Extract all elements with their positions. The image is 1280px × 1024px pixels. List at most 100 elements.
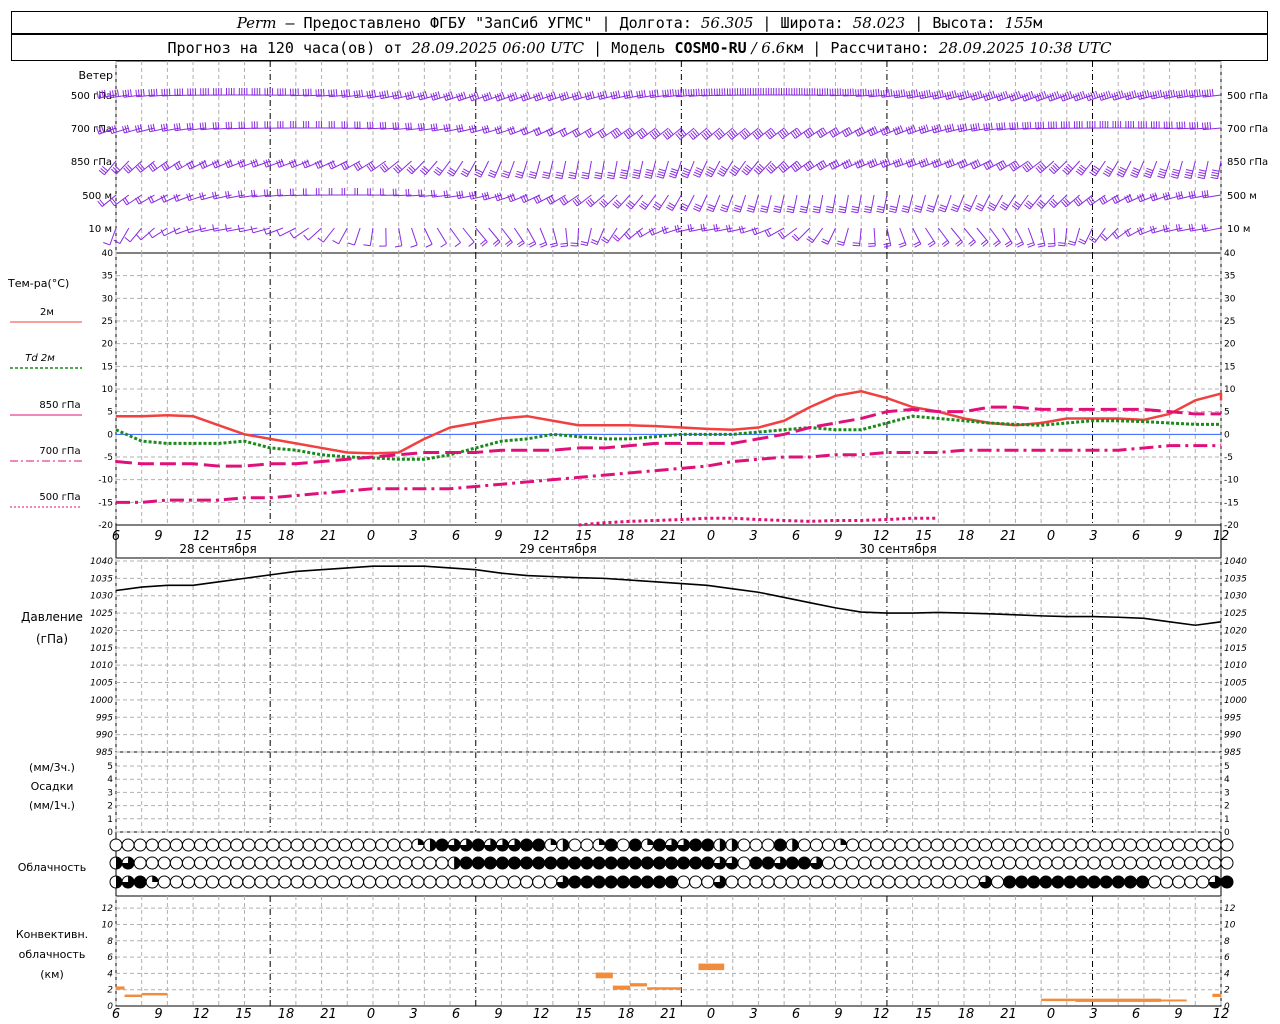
wind-barb-feather [877, 88, 880, 96]
cloud-symbol [206, 856, 220, 870]
wind-barb-staff [950, 227, 963, 243]
wind-barb-feather [939, 206, 947, 211]
cloud-symbol [954, 838, 968, 852]
wind-barb-staff [119, 227, 130, 244]
cloud-symbol [351, 856, 365, 870]
wind-barb-feather [430, 124, 433, 132]
cloud-symbol [194, 838, 208, 852]
cloud-symbol [906, 875, 920, 889]
wind-barb-feather [908, 159, 912, 167]
cloud-symbol-fill [1015, 876, 1028, 888]
wind-barb-feather [1058, 242, 1066, 244]
wind-barb-feather [489, 169, 497, 174]
wind-barb-staff [152, 227, 168, 239]
cloud-symbol [326, 875, 340, 889]
wind-barb-feather [706, 208, 714, 213]
wind-barb-feather [1027, 121, 1029, 129]
wind-barb-staff [353, 227, 361, 246]
wind-barb-feather [1133, 90, 1137, 98]
wind-barb-feather [690, 224, 693, 232]
wind-barb-feather [926, 207, 934, 211]
wind-level-label-right: 850 гПа [1227, 157, 1268, 168]
temp-series-3 [116, 444, 1221, 504]
wind-barb-feather [954, 90, 957, 98]
cloud-symbol [1196, 856, 1210, 870]
wind-barb-feather [799, 210, 807, 214]
wind-barb-staff [129, 227, 143, 243]
wind-barb-feather [759, 210, 767, 213]
wind-barb-feather [1143, 174, 1151, 179]
wind-barb-feather [363, 244, 371, 247]
wind-barb-feather [851, 206, 860, 209]
wind-barb-feather [1184, 176, 1192, 179]
wind-barb-feather [897, 158, 901, 166]
cloud-symbol [954, 856, 968, 870]
wind-barb-feather [303, 234, 309, 241]
wind-barb-feather [333, 89, 335, 97]
cloud-symbol [821, 856, 835, 870]
cloud-symbol-fill [1039, 876, 1052, 888]
wind-barb-feather [595, 172, 603, 175]
cloud-symbol [194, 875, 208, 889]
wind-barb-feather [263, 160, 267, 168]
wind-barb-feather [328, 89, 330, 97]
cloud-symbol [314, 838, 328, 852]
time-tick-label: 21 [660, 529, 677, 544]
wind-barb-feather [610, 92, 613, 100]
wind-barb-feather [838, 211, 846, 214]
wind-barb-feather [695, 203, 702, 208]
conv-tick-right: 12 [1224, 904, 1236, 914]
pressure-tick: 1000 [90, 696, 113, 706]
cloud-symbol [508, 875, 522, 889]
cloud-symbol [821, 838, 835, 852]
cloud-symbol-fill [1124, 876, 1137, 888]
wind-barb-feather [454, 242, 461, 248]
cloud-symbol [737, 856, 751, 870]
wind-barb [901, 194, 914, 213]
pressure-tick: 1005 [90, 679, 113, 689]
precip-unit-1h: (мм/1ч.) [29, 799, 75, 812]
wind-barb-feather [644, 176, 652, 179]
wind-barb-feather [1159, 168, 1167, 172]
temp-tick: 30 [102, 294, 114, 304]
wind-barb-feather [912, 124, 917, 132]
wind-barb [680, 160, 695, 179]
wind-barb-staff [1084, 227, 1093, 245]
wind-barb-feather [926, 90, 929, 98]
wind-barb-feather [542, 173, 550, 177]
wind-barb-feather [1131, 171, 1138, 176]
wind-barb-feather [607, 171, 615, 175]
cloud-symbol [1123, 856, 1137, 870]
wind-barb-feather [680, 89, 682, 97]
wind-barb [501, 160, 515, 179]
wind-barb-feather [1152, 91, 1155, 99]
cloud-symbol-fill [429, 839, 436, 851]
temp-legend-label: Td 2м [25, 353, 55, 364]
wind-barb-feather [672, 88, 674, 97]
cloud-symbol [206, 875, 220, 889]
wind-barb-feather [874, 125, 878, 133]
wind-barb-feather [1051, 92, 1056, 100]
cloud-symbol [278, 875, 292, 889]
wind-barb-feather [446, 190, 449, 198]
wind-barb-feather [1008, 94, 1012, 102]
wind-barb-feather [895, 127, 899, 134]
wind-barb-feather [420, 189, 423, 197]
wind-barb-feather [1069, 90, 1073, 98]
wind-barb-feather [636, 91, 639, 99]
cloud-symbol [1184, 856, 1198, 870]
wind-barb-feather [124, 237, 131, 243]
wind-barb-feather [825, 208, 833, 211]
time-tick-label-bottom: 15 [235, 1007, 252, 1022]
wind-barb-feather [433, 123, 436, 131]
conv-cloud-bar [629, 983, 648, 987]
wind-barb-feather [264, 189, 266, 197]
cloud-symbol-fill [653, 839, 666, 851]
wind-barb-feather [381, 91, 384, 99]
time-tick-label: 9 [154, 529, 162, 544]
wind-barb-feather [883, 89, 885, 98]
cloud-symbol [314, 875, 328, 889]
wind-barb [488, 227, 501, 247]
wind-barb-feather [800, 205, 808, 209]
time-tick-label-bottom: 0 [1047, 1007, 1055, 1022]
